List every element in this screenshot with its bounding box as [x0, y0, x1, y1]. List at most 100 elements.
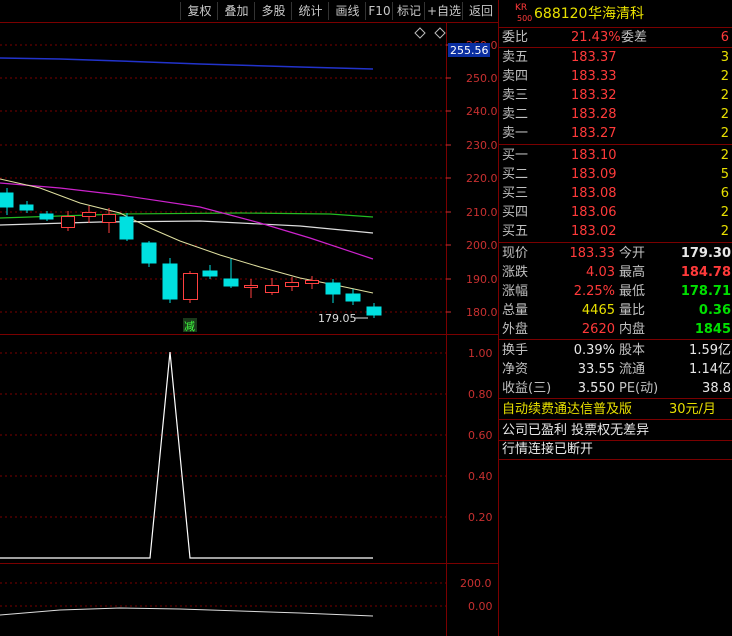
- bottom-indicator-line: [0, 607, 374, 617]
- quote-value: 178.71: [680, 284, 731, 299]
- quote-value: 0.36: [698, 303, 731, 318]
- sell-level-label: 卖一: [502, 126, 529, 141]
- info-line: 公司已盈利 投票权无差异: [499, 421, 732, 440]
- indicator-tick: 1.00: [468, 347, 493, 360]
- diamond-icon[interactable]: [434, 27, 446, 39]
- promo-price[interactable]: 30元/月: [669, 400, 716, 419]
- stock-header: KR 500 688120 华海清科: [499, 4, 732, 26]
- draw-line-button[interactable]: 画线: [328, 2, 366, 20]
- buy-1-row[interactable]: 买一 183.10 2: [499, 146, 732, 165]
- sell-level-label: 卖五: [502, 50, 529, 65]
- f10-button[interactable]: F10: [365, 2, 393, 20]
- quote-label: 涨幅: [502, 284, 529, 299]
- fundamental-value: 38.8: [702, 381, 731, 396]
- buy-volume: 2: [720, 148, 729, 163]
- buy-price: 183.09: [571, 167, 617, 182]
- sell-2-row[interactable]: 卖二 183.28 2: [499, 105, 732, 124]
- statistics-button[interactable]: 统计: [291, 2, 329, 20]
- fundamental-row: 收益(三) 3.550 PE(动) 38.8: [499, 379, 732, 398]
- market-logo-top: KR: [515, 3, 528, 13]
- fundamental-label: 收益(三): [502, 381, 552, 396]
- candlesticks: [0, 188, 382, 318]
- quote-value: 2.25%: [573, 284, 615, 299]
- sell-5-row[interactable]: 卖五 183.37 3: [499, 48, 732, 67]
- chart-toolbar: 复权 叠加 多股 统计 画线 F10 标记 +自选 返回: [0, 0, 498, 23]
- quote-label: 今开: [619, 246, 646, 261]
- buy-3-row[interactable]: 买三 183.08 6: [499, 184, 732, 203]
- ma-green-line: [0, 212, 374, 219]
- buy-level-label: 买五: [502, 224, 529, 239]
- sell-1-row[interactable]: 卖一 183.27 2: [499, 124, 732, 143]
- indicator-tick: 0.80: [468, 388, 493, 401]
- sell-4-row[interactable]: 卖四 183.33 2: [499, 67, 732, 86]
- price-tick: 210.0: [466, 206, 498, 219]
- buy-price: 183.06: [571, 205, 617, 220]
- buy-4-row[interactable]: 买四 183.06 2: [499, 203, 732, 222]
- buy-level-label: 买二: [502, 167, 529, 182]
- buy-2-row[interactable]: 买二 183.09 5: [499, 165, 732, 184]
- fundamental-row: 换手 0.39% 股本 1.59亿: [499, 341, 732, 360]
- order-ratio-label: 委比: [502, 30, 529, 45]
- fundamental-label: 换手: [502, 343, 529, 358]
- low-price-marker: 179.05: [318, 312, 357, 325]
- sell-volume: 2: [720, 88, 729, 103]
- buy-price: 183.08: [571, 186, 617, 201]
- quote-panel: KR 500 688120 华海清科 委比 21.43% 委差 6 卖五 183…: [498, 0, 732, 636]
- fundamental-value: 1.14亿: [689, 362, 731, 377]
- buy-volume: 2: [720, 224, 729, 239]
- quote-label: 内盘: [619, 322, 646, 337]
- quote-value: 4465: [581, 303, 615, 318]
- quote-row: 总量 4465 量比 0.36: [499, 301, 732, 320]
- fundamental-value: 1.59亿: [689, 343, 731, 358]
- quote-value: 4.03: [586, 265, 615, 280]
- quote-label: 最低: [619, 284, 646, 299]
- reduce-badge-text: 减: [184, 320, 195, 333]
- quote-row: 现价 183.33 今开 179.30: [499, 244, 732, 263]
- market-logo-bottom: 500: [517, 14, 533, 23]
- buy-5-row[interactable]: 买五 183.02 2: [499, 222, 732, 241]
- buy-level-label: 买一: [502, 148, 529, 163]
- info-line: 行情连接已断开: [499, 440, 732, 459]
- quote-label: 涨跌: [502, 265, 529, 280]
- kline-chart[interactable]: 260.0 250.0 240.0 230.0 220.0 210.0 200.…: [0, 23, 498, 636]
- bottom-tick: 200.0: [460, 577, 492, 590]
- multi-stock-button[interactable]: 多股: [254, 2, 292, 20]
- price-tick: 240.0: [466, 105, 498, 118]
- price-tick: 220.0: [466, 172, 498, 185]
- quote-label: 总量: [502, 303, 529, 318]
- sell-level-label: 卖二: [502, 107, 529, 122]
- buy-level-label: 买三: [502, 186, 529, 201]
- order-diff-label: 委差: [621, 30, 648, 45]
- overlay-button[interactable]: 叠加: [217, 2, 255, 20]
- fundamental-value: 3.550: [577, 381, 615, 396]
- quote-label: 现价: [502, 246, 529, 261]
- buy-price: 183.10: [571, 148, 617, 163]
- fundamental-row: 净资 33.55 流通 1.14亿: [499, 360, 732, 379]
- sell-volume: 2: [720, 107, 729, 122]
- price-tick: 200.0: [466, 239, 498, 252]
- quote-label: 量比: [619, 303, 646, 318]
- quote-row: 外盘 2620 内盘 1845: [499, 320, 732, 339]
- bottom-tick: 0.00: [468, 600, 493, 613]
- quote-value: 183.33: [569, 246, 616, 261]
- ma-blue-line: [0, 57, 374, 70]
- sell-level-label: 卖三: [502, 88, 529, 103]
- stock-code: 688120: [534, 6, 588, 22]
- subscription-promo[interactable]: 自动续费通达信普及版 30元/月: [499, 400, 732, 419]
- sell-volume: 3: [720, 50, 729, 65]
- diamond-icon[interactable]: [414, 27, 426, 39]
- mark-button[interactable]: 标记: [392, 2, 425, 20]
- quote-row: 涨跌 4.03 最高 184.78: [499, 263, 732, 282]
- add-favorite-button[interactable]: +自选: [424, 2, 463, 20]
- quote-label: 外盘: [502, 322, 529, 337]
- promo-text[interactable]: 自动续费通达信普及版: [502, 400, 632, 419]
- restore-rights-button[interactable]: 复权: [180, 2, 218, 20]
- sell-3-row[interactable]: 卖三 183.32 2: [499, 86, 732, 105]
- buy-volume: 2: [720, 205, 729, 220]
- indicator-tick: 0.60: [468, 429, 493, 442]
- back-button[interactable]: 返回: [462, 2, 499, 20]
- connection-status-text: 行情连接已断开: [502, 442, 594, 457]
- sell-price: 183.28: [571, 107, 617, 122]
- price-tick: 180.0: [466, 306, 498, 319]
- fundamental-label: 流通: [619, 362, 646, 377]
